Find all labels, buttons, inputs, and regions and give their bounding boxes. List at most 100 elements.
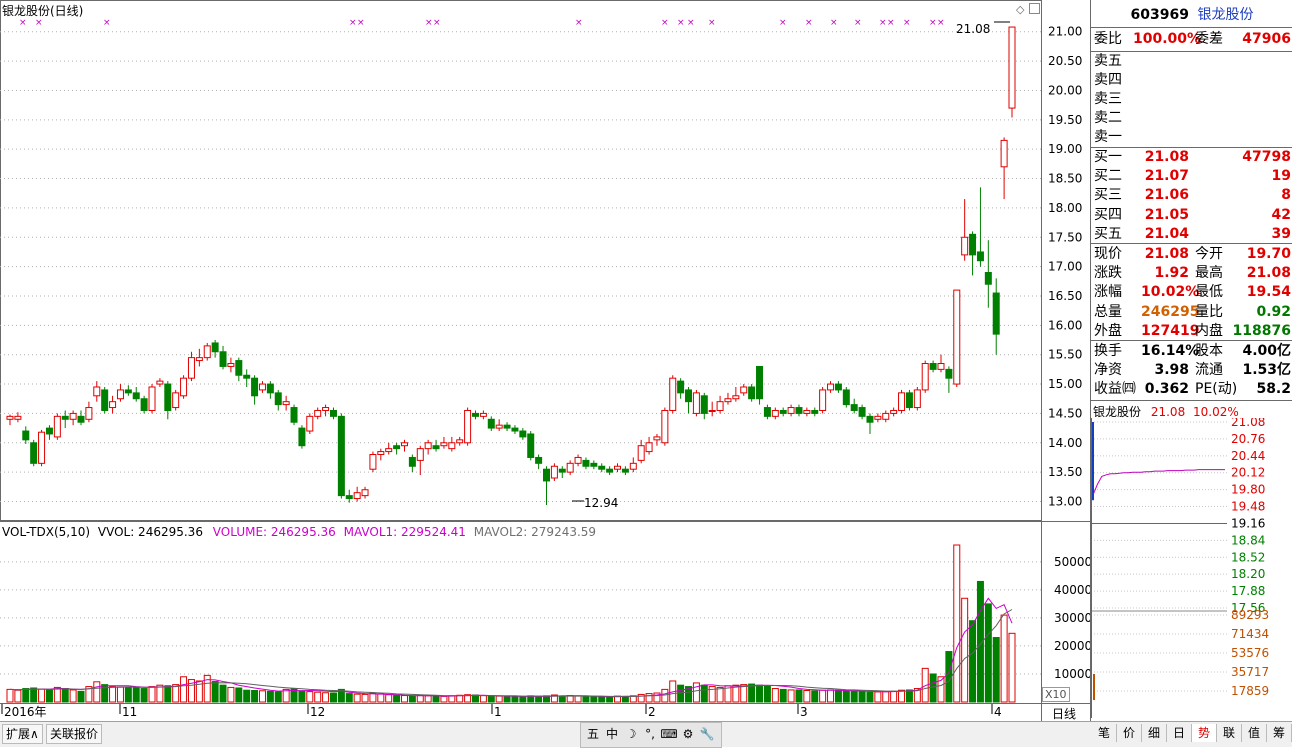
bottom-toolbar: 扩展∧ 关联报价 五中 ☽ °, ⌨ ⚙ 🔧 笔价细日势联值筹 bbox=[0, 721, 1292, 748]
candle-body bbox=[716, 401, 724, 411]
toolbar-icon[interactable]: 五 bbox=[584, 726, 602, 743]
candle-body bbox=[6, 415, 14, 420]
volume-bar bbox=[116, 686, 124, 703]
candle-body bbox=[953, 289, 961, 385]
candle-body bbox=[124, 389, 132, 394]
mini-tick-label: 20.44 bbox=[1231, 449, 1265, 463]
buy-level-price: 21.05 bbox=[1144, 206, 1189, 223]
panel-tab[interactable]: 笔 bbox=[1092, 724, 1117, 742]
stat-label: 最低 bbox=[1195, 284, 1223, 301]
intraday-chart[interactable]: 21.08 20.76 20.44 20.12 19.80 19.48 19.16 18.84… bbox=[1091, 418, 1292, 718]
event-marker: × bbox=[19, 18, 27, 28]
volume-bar bbox=[211, 681, 219, 703]
volume-bar bbox=[306, 691, 314, 703]
panel-tab[interactable]: 价 bbox=[1117, 724, 1142, 742]
vol-volume: VOLUME: 246295.36 bbox=[212, 525, 336, 539]
candle-body bbox=[984, 271, 992, 285]
stat-label: 量比 bbox=[1195, 303, 1223, 320]
candle-body bbox=[109, 401, 117, 409]
fundamental-row: 收益㈣ 0.362 PE(动) 58.2 bbox=[1093, 380, 1291, 399]
toolbar-icon[interactable]: ⌨ bbox=[660, 726, 678, 743]
volume-bar bbox=[984, 603, 992, 703]
panel-tab[interactable]: 日 bbox=[1167, 724, 1192, 742]
diamond-icon[interactable]: ◇ bbox=[1016, 3, 1024, 16]
candle-body bbox=[306, 415, 314, 432]
panel-tab[interactable]: 值 bbox=[1242, 724, 1267, 742]
candle-body bbox=[385, 448, 393, 453]
candle-body bbox=[913, 389, 921, 409]
candle-body bbox=[740, 386, 748, 394]
period-label[interactable]: 日线 bbox=[1052, 705, 1076, 722]
fundamental-label: 换手 bbox=[1094, 343, 1122, 359]
sell-level-row: 卖一 bbox=[1093, 128, 1291, 147]
toolbar-icon[interactable]: °, bbox=[641, 726, 659, 743]
candle-body bbox=[45, 427, 53, 435]
weicha-label: 委差 bbox=[1195, 31, 1223, 47]
volume-bar bbox=[77, 690, 85, 703]
candle-body bbox=[661, 409, 669, 444]
x10-button[interactable]: X10 bbox=[1042, 687, 1070, 702]
volume-bar bbox=[874, 691, 882, 703]
volume-bar bbox=[535, 695, 543, 703]
kline-chart[interactable]: 21.00 20.50 20.00 19.50 19.00 18.50 18.00 17.50… bbox=[0, 0, 1090, 721]
volume-bar bbox=[661, 688, 669, 703]
candle-body bbox=[93, 386, 101, 397]
mini-vol-label: 71434 bbox=[1231, 627, 1269, 641]
candle-body bbox=[172, 392, 180, 409]
volume-bar bbox=[1000, 614, 1008, 703]
panel-tab[interactable]: 联 bbox=[1217, 724, 1242, 742]
volume-bar bbox=[677, 684, 685, 703]
fundamental-row: 换手 16.14% 股本 4.00亿 bbox=[1093, 342, 1291, 361]
event-marker: × bbox=[661, 18, 669, 28]
candle-body bbox=[527, 433, 535, 458]
panel-tab[interactable]: 细 bbox=[1142, 724, 1167, 742]
candle-body bbox=[811, 409, 819, 414]
mini-tick-label: 21.08 bbox=[1231, 418, 1265, 429]
candle-body bbox=[416, 448, 424, 461]
volume-bar bbox=[969, 620, 977, 703]
toolbar-icon[interactable]: ⚙ bbox=[679, 726, 697, 743]
volume-bar bbox=[274, 691, 282, 703]
candle-body bbox=[937, 363, 945, 370]
volume-bar bbox=[61, 688, 69, 703]
buy-level-price: 21.06 bbox=[1144, 187, 1189, 204]
low-annotation: 12.94 bbox=[584, 496, 619, 510]
volume-bar bbox=[582, 695, 590, 703]
volume-bar bbox=[148, 686, 156, 703]
event-marker: × bbox=[887, 18, 895, 28]
candle-body bbox=[251, 377, 259, 397]
candle-body bbox=[14, 415, 22, 420]
candle-body bbox=[282, 401, 290, 406]
buy-level-volume: 39 bbox=[1271, 225, 1291, 242]
quote-stat-row: 外盘 127419 内盘 118876 bbox=[1093, 322, 1291, 341]
expand-tab[interactable]: 扩展∧ bbox=[2, 724, 43, 744]
event-marker: × bbox=[929, 18, 937, 28]
date-label: 12 bbox=[310, 705, 325, 719]
volume-bar bbox=[377, 693, 385, 703]
toolbar-icon[interactable]: 🔧 bbox=[698, 726, 716, 743]
candle-body bbox=[101, 389, 109, 411]
mini-vol-label: 35717 bbox=[1231, 665, 1269, 679]
candle-body bbox=[677, 380, 685, 394]
panel-tab[interactable]: 势 bbox=[1192, 724, 1217, 742]
related-quote-tab[interactable]: 关联报价 bbox=[46, 724, 103, 744]
toolbar-icon[interactable]: 中 bbox=[603, 726, 621, 743]
candle-body bbox=[929, 363, 937, 370]
candle-body bbox=[440, 442, 448, 447]
candle-body bbox=[219, 351, 227, 367]
buy-level-volume: 8 bbox=[1281, 187, 1291, 204]
candle-body bbox=[511, 427, 519, 432]
weibi-row: 委比 100.00% 委差 47906 bbox=[1093, 30, 1291, 49]
candle-body bbox=[819, 389, 827, 411]
intraday-price-line bbox=[1092, 469, 1225, 496]
maximize-icon[interactable] bbox=[1029, 3, 1040, 14]
panel-tab[interactable]: 筹 bbox=[1267, 724, 1292, 742]
quote-stat-row: 总量 246295 量比 0.92 bbox=[1093, 303, 1291, 322]
stat-value: 19.54 bbox=[1246, 284, 1291, 301]
toolbar-icon[interactable]: ☽ bbox=[622, 726, 640, 743]
stat-label: 总量 bbox=[1094, 303, 1122, 320]
fundamental-label: 股本 bbox=[1195, 343, 1223, 359]
buy-level-volume: 47798 bbox=[1242, 149, 1291, 165]
candle-body bbox=[38, 431, 46, 464]
buy-level-volume: 42 bbox=[1271, 206, 1291, 223]
